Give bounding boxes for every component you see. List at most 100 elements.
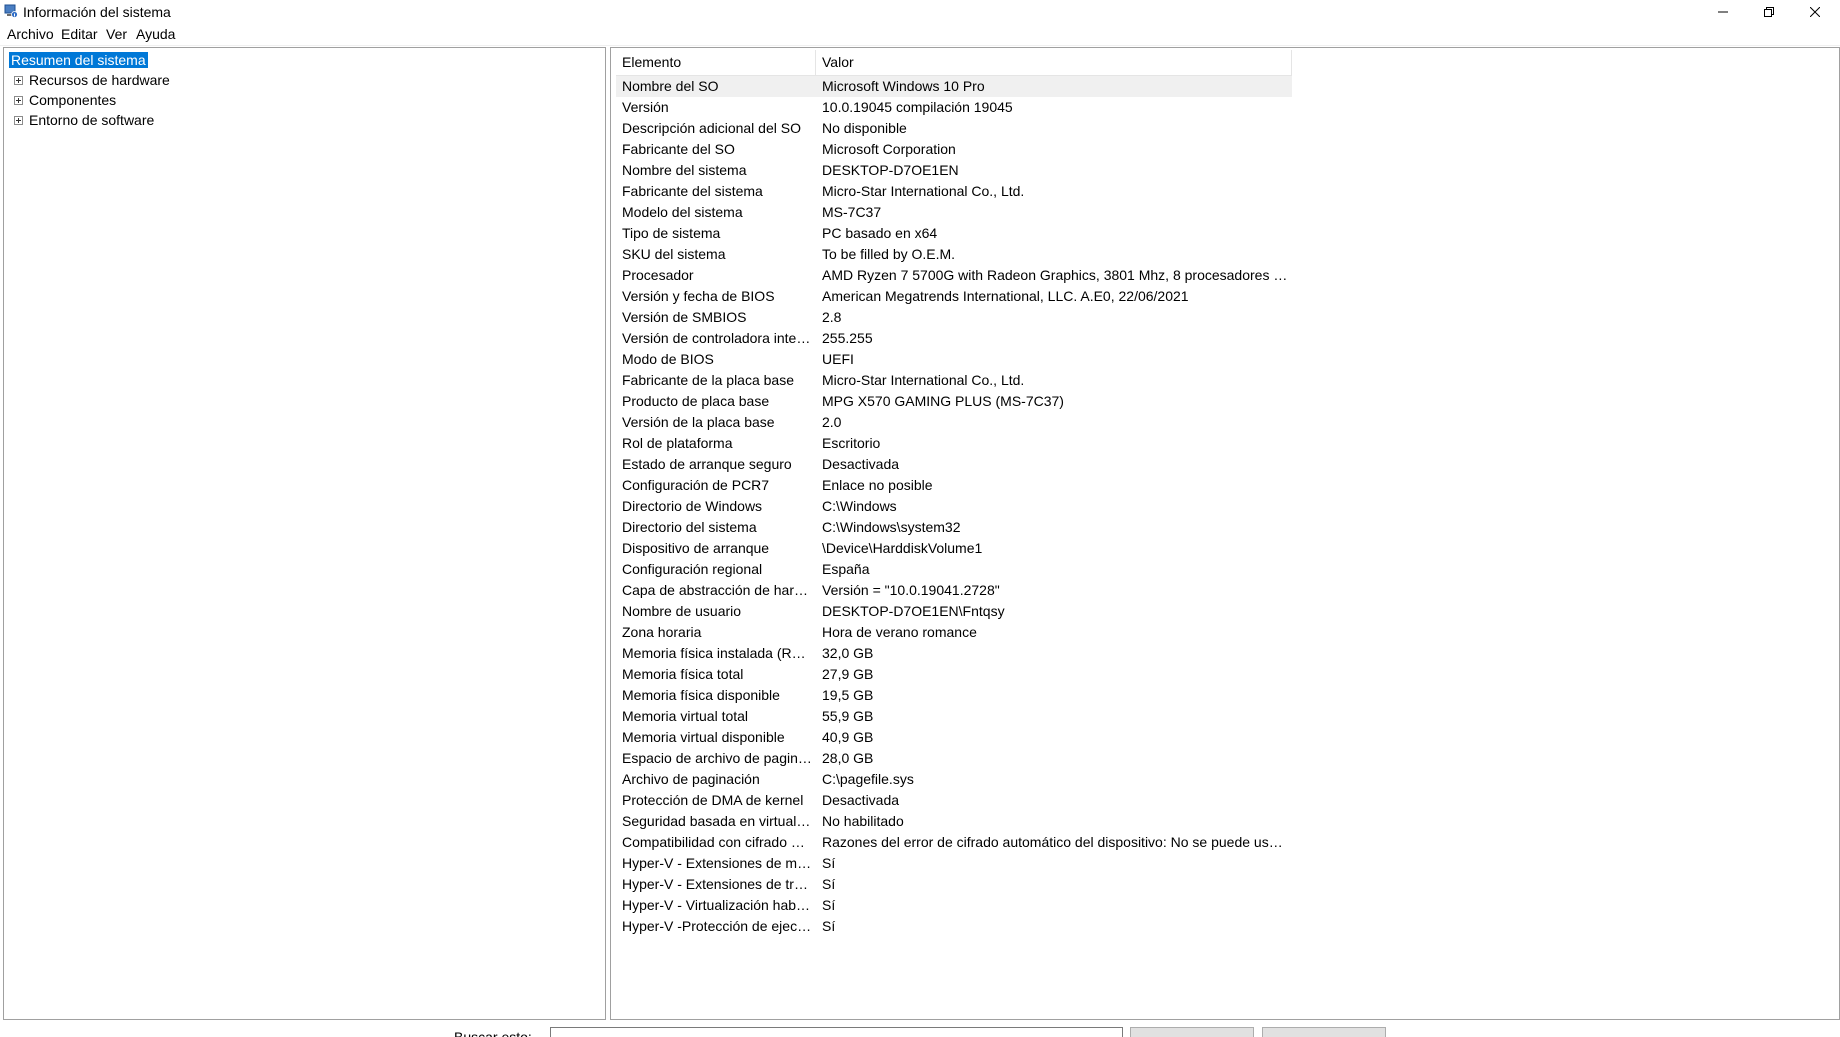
row-element: Zona horaria <box>622 624 702 640</box>
table-row[interactable]: Versión de controladora integr... 255.255 <box>616 328 1292 349</box>
tree-item-label: Entorno de software <box>29 112 155 128</box>
row-value: Desactivada <box>822 456 900 472</box>
row-element: Versión de controladora integr... <box>622 330 812 346</box>
close-icon <box>1810 7 1820 17</box>
details-list[interactable]: Elemento Valor Nombre del SO Microsoft Wi… <box>610 47 1840 1020</box>
minimize-icon <box>1718 11 1728 13</box>
row-value: 32,0 GB <box>822 645 874 661</box>
table-row[interactable]: Memoria física instalada (RAM) 32,0 GB <box>616 643 1292 664</box>
menu-separator <box>0 45 1840 46</box>
row-value: MS-7C37 <box>822 204 882 220</box>
table-row[interactable]: Memoria virtual total 55,9 GB <box>616 706 1292 727</box>
table-row[interactable]: Zona horaria Hora de verano romance <box>616 622 1292 643</box>
table-row[interactable]: Modo de BIOS UEFI <box>616 349 1292 370</box>
restore-icon <box>1764 7 1774 17</box>
menu-editar[interactable]: Editar <box>61 26 98 42</box>
table-row[interactable]: Directorio del sistema C:\Windows\system3… <box>616 517 1292 538</box>
expand-plus-icon[interactable] <box>14 76 23 85</box>
row-value: 28,0 GB <box>822 750 874 766</box>
row-element: Memoria física disponible <box>622 687 780 703</box>
table-row[interactable]: Descripción adicional del SO No disponibl… <box>616 118 1292 139</box>
row-element: Seguridad basada en virtualiza... <box>622 813 812 829</box>
row-value: UEFI <box>822 351 854 367</box>
table-row[interactable]: Rol de plataforma Escritorio <box>616 433 1292 454</box>
table-row[interactable]: Memoria física total 27,9 GB <box>616 664 1292 685</box>
table-row[interactable]: Fabricante del sistema Micro-Star Interna… <box>616 181 1292 202</box>
table-row[interactable]: Hyper-V - Extensiones de tradu... Sí <box>616 874 1292 895</box>
table-row[interactable]: Estado de arranque seguro Desactivada <box>616 454 1292 475</box>
row-element: Directorio del sistema <box>622 519 757 535</box>
table-row[interactable]: Nombre del SO Microsoft Windows 10 Pro <box>616 76 1292 97</box>
table-row[interactable]: Hyper-V - Virtualización habilit... Sí <box>616 895 1292 916</box>
table-row[interactable]: Capa de abstracción de hardw... Versión =… <box>616 580 1292 601</box>
list-header: Elemento Valor <box>616 50 1292 76</box>
row-value: Desactivada <box>822 792 900 808</box>
row-value: AMD Ryzen 7 5700G with Radeon Graphics, … <box>822 267 1288 283</box>
table-row[interactable]: Fabricante del SO Microsoft Corporation <box>616 139 1292 160</box>
menu-bar: Archivo Editar Ver Ayuda <box>0 24 1840 44</box>
row-element: Fabricante de la placa base <box>622 372 794 388</box>
close-button[interactable] <box>1792 0 1838 24</box>
row-value: Razones del error de cifrado automático … <box>822 834 1288 850</box>
tree-item-resumen-del-sistema[interactable]: Resumen del sistema <box>9 51 148 69</box>
row-element: Compatibilidad con cifrado de ... <box>622 834 812 850</box>
table-row[interactable]: Producto de placa base MPG X570 GAMING PL… <box>616 391 1292 412</box>
column-header-elemento[interactable]: Elemento <box>616 50 816 75</box>
table-row[interactable]: Archivo de paginación C:\pagefile.sys <box>616 769 1292 790</box>
row-element: Fabricante del SO <box>622 141 735 157</box>
menu-ver[interactable]: Ver <box>106 26 127 42</box>
row-element: Hyper-V - Virtualización habilit... <box>622 897 812 913</box>
menu-ayuda[interactable]: Ayuda <box>136 26 175 42</box>
row-value: MPG X570 GAMING PLUS (MS-7C37) <box>822 393 1064 409</box>
table-row[interactable]: Versión de SMBIOS 2.8 <box>616 307 1292 328</box>
table-row[interactable]: Fabricante de la placa base Micro-Star In… <box>616 370 1292 391</box>
row-value: Versión = "10.0.19041.2728" <box>822 582 1000 598</box>
window-title: Información del sistema <box>23 4 171 20</box>
category-tree[interactable]: Resumen del sistema Recursos de hardware… <box>3 47 606 1020</box>
close-search-button[interactable] <box>1262 1027 1386 1037</box>
table-row[interactable]: Tipo de sistema PC basado en x64 <box>616 223 1292 244</box>
row-element: Modelo del sistema <box>622 204 743 220</box>
table-row[interactable]: Configuración regional España <box>616 559 1292 580</box>
restore-button[interactable] <box>1746 0 1792 24</box>
table-row[interactable]: Versión de la placa base 2.0 <box>616 412 1292 433</box>
table-row[interactable]: Nombre del sistema DESKTOP-D7OE1EN <box>616 160 1292 181</box>
table-row[interactable]: Directorio de Windows C:\Windows <box>616 496 1292 517</box>
search-button[interactable] <box>1130 1027 1254 1037</box>
row-value: 27,9 GB <box>822 666 874 682</box>
expand-plus-icon[interactable] <box>14 96 23 105</box>
row-element: Versión <box>622 99 669 115</box>
table-row[interactable]: Procesador AMD Ryzen 7 5700G with Radeon … <box>616 265 1292 286</box>
row-value: Escritorio <box>822 435 881 451</box>
row-value: 2.8 <box>822 309 842 325</box>
search-bar: Buscar esto: <box>0 1022 1840 1037</box>
table-row[interactable]: Versión 10.0.19045 compilación 19045 <box>616 97 1292 118</box>
table-row[interactable]: Memoria virtual disponible 40,9 GB <box>616 727 1292 748</box>
table-row[interactable]: Compatibilidad con cifrado de ... Razones… <box>616 832 1292 853</box>
row-element: Rol de plataforma <box>622 435 733 451</box>
row-element: Estado de arranque seguro <box>622 456 792 472</box>
table-row[interactable]: Protección de DMA de kernel Desactivada <box>616 790 1292 811</box>
table-row[interactable]: Nombre de usuario DESKTOP-D7OE1EN\Fntqsy <box>616 601 1292 622</box>
row-element: Nombre de usuario <box>622 603 742 619</box>
table-row[interactable]: Versión y fecha de BIOS American Megatren… <box>616 286 1292 307</box>
row-element: Versión y fecha de BIOS <box>622 288 775 304</box>
row-value: 55,9 GB <box>822 708 874 724</box>
search-input[interactable] <box>550 1027 1123 1037</box>
minimize-button[interactable] <box>1700 0 1746 24</box>
column-header-valor[interactable]: Valor <box>816 50 1292 75</box>
table-row[interactable]: Modelo del sistema MS-7C37 <box>616 202 1292 223</box>
menu-archivo[interactable]: Archivo <box>7 26 54 42</box>
list-rows: Nombre del SO Microsoft Windows 10 Pro Ver… <box>616 76 1292 937</box>
table-row[interactable]: SKU del sistema To be filled by O.E.M. <box>616 244 1292 265</box>
table-row[interactable]: Espacio de archivo de paginaci... 28,0 GB <box>616 748 1292 769</box>
table-row[interactable]: Seguridad basada en virtualiza... No habi… <box>616 811 1292 832</box>
title-bar: Información del sistema <box>0 0 1840 24</box>
table-row[interactable]: Hyper-V - Extensiones de mod... Sí <box>616 853 1292 874</box>
table-row[interactable]: Configuración de PCR7 Enlace no posible <box>616 475 1292 496</box>
table-row[interactable]: Dispositivo de arranque \Device\HarddiskV… <box>616 538 1292 559</box>
row-value: Microsoft Windows 10 Pro <box>822 78 985 94</box>
table-row[interactable]: Hyper-V -Protección de ejecuci... Sí <box>616 916 1292 937</box>
expand-plus-icon[interactable] <box>14 116 23 125</box>
table-row[interactable]: Memoria física disponible 19,5 GB <box>616 685 1292 706</box>
